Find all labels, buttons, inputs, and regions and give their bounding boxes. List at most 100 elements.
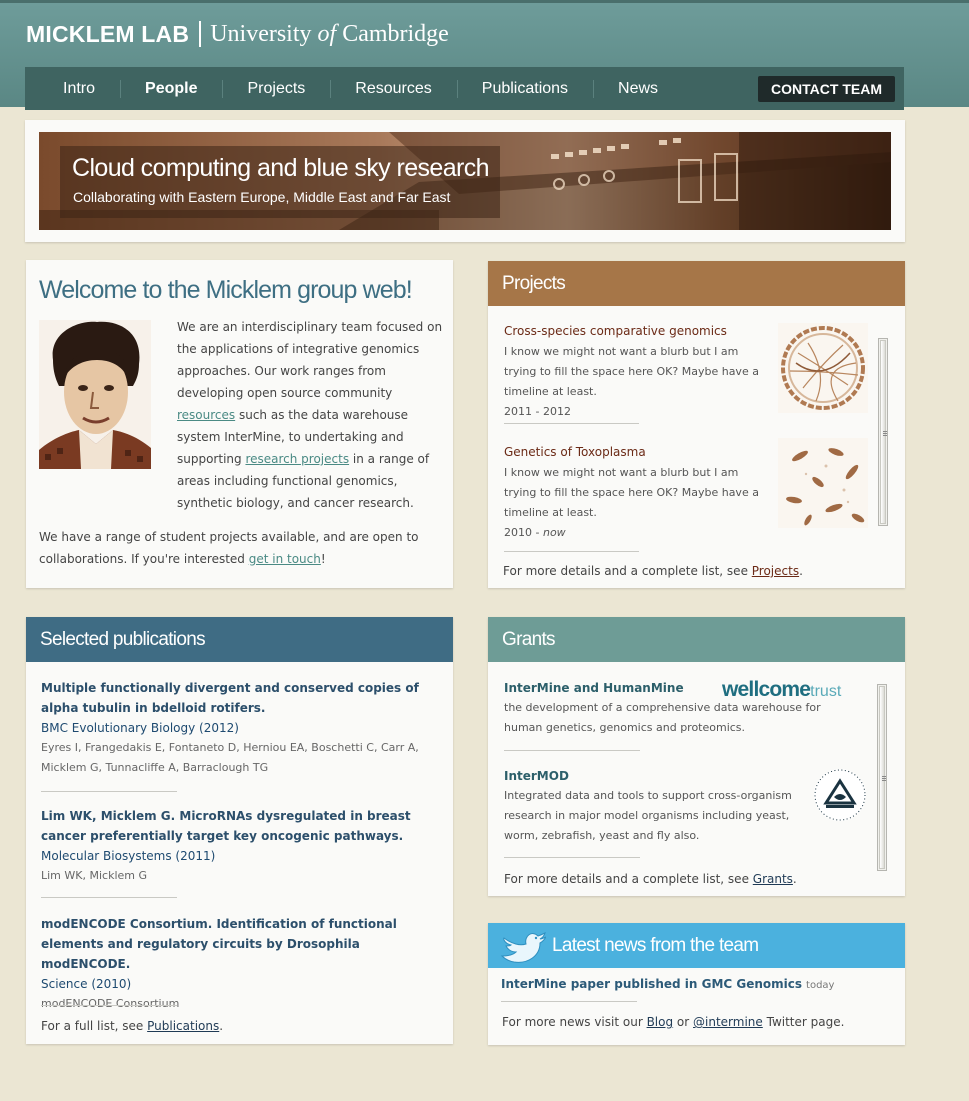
publication-divider (41, 897, 177, 898)
publication-item[interactable]: Multiple functionally divergent and cons… (41, 678, 441, 778)
scrollbar-grip (883, 431, 887, 432)
university-name-of: of (317, 20, 337, 47)
news-item[interactable]: InterMine paper published in GMC Genomic… (501, 977, 834, 991)
project-description: I know we might not want a blurb but I a… (504, 345, 759, 398)
nav-news[interactable]: News (593, 67, 683, 110)
news-heading: Latest news from the team (488, 923, 905, 968)
circos-plot-thumbnail[interactable] (778, 323, 868, 413)
intro-paragraph: We are an interdisciplinary team focused… (177, 316, 449, 514)
wellcome-logo-word: wellcome (722, 678, 811, 701)
projects-link[interactable]: Projects (752, 564, 799, 578)
grants-panel: Grants InterMine and HumanMine the devel… (488, 617, 905, 896)
project-years: 2010 - now (504, 523, 766, 543)
nav-projects[interactable]: Projects (222, 67, 330, 110)
grant-divider (504, 750, 640, 751)
site-header: MICKLEM LAB University of Cambridge Intr… (0, 0, 969, 110)
scrollbar-grip (883, 435, 887, 436)
project-years: 2011 - 2012 (504, 405, 571, 418)
nav-intro[interactable]: Intro (25, 67, 120, 110)
university-name-post: Cambridge (336, 20, 449, 47)
projects-footer: For more details and a complete list, se… (503, 564, 803, 578)
publication-divider (41, 1005, 177, 1006)
grant-item[interactable]: InterMOD Integrated data and tools to su… (504, 768, 849, 846)
scrollbar-grip (882, 778, 886, 779)
publication-authors: modENCODE Consortium (41, 997, 180, 1010)
grant-description: Integrated data and tools to support cro… (504, 789, 792, 842)
banner-title: Cloud computing and blue sky research (72, 154, 490, 182)
news-footer-end: Twitter page. (762, 1015, 845, 1029)
project-title[interactable]: Genetics of Toxoplasma (504, 444, 766, 460)
contact-team-button[interactable]: CONTACT TEAM (758, 76, 895, 102)
publication-item[interactable]: Lim WK, Micklem G. MicroRNAs dysregulate… (41, 806, 441, 886)
main-nav: Intro People Projects Resources Publicat… (25, 67, 904, 110)
site-brand[interactable]: MICKLEM LAB University of Cambridge (26, 19, 449, 49)
publication-journal: BMC Evolutionary Biology (2012) (41, 721, 239, 735)
publication-title[interactable]: Lim WK, Micklem G. MicroRNAs dysregulate… (41, 806, 441, 846)
publications-link[interactable]: Publications (147, 1019, 219, 1033)
research-projects-link[interactable]: research projects (245, 452, 349, 466)
grants-footer-end: . (792, 872, 797, 886)
projects-panel: Projects Cross-species comparative genom… (488, 261, 905, 588)
project-year-end: now (542, 526, 566, 539)
project-item[interactable]: Genetics of Toxoplasma I know we might n… (504, 444, 766, 543)
publications-footer-end: . (219, 1019, 224, 1033)
news-footer: For more news visit our Blog or @intermi… (502, 1015, 844, 1029)
projects-heading: Projects (488, 261, 905, 306)
banner-image[interactable]: Cloud computing and blue sky research Co… (39, 132, 891, 230)
news-footer-text: For more news visit our (502, 1015, 647, 1029)
twitter-link[interactable]: @intermine (693, 1015, 763, 1029)
project-divider (504, 551, 639, 552)
news-headline[interactable]: InterMine paper published in GMC Genomic… (501, 977, 802, 991)
publications-footer-text: For a full list, see (41, 1019, 148, 1033)
grant-title[interactable]: InterMOD (504, 768, 849, 784)
nav-people[interactable]: People (120, 67, 222, 110)
publication-item[interactable]: modENCODE Consortium. Identification of … (41, 914, 441, 1014)
scrollbar-grip (882, 780, 886, 781)
hero-banner: Cloud computing and blue sky research Co… (25, 120, 905, 242)
publication-title[interactable]: modENCODE Consortium. Identification of … (41, 914, 441, 974)
students-text: We have a range of student projects avai… (39, 530, 419, 566)
projects-scrollbar[interactable] (878, 338, 888, 526)
brand-divider (199, 21, 202, 47)
welcome-panel: Welcome to the Micklem group web! We are… (26, 260, 453, 588)
banner-caption: Cloud computing and blue sky research Co… (60, 146, 500, 218)
scrollbar-thumb[interactable] (880, 340, 887, 524)
grant-description: the development of a comprehensive data … (504, 701, 821, 734)
scrollbar-grip (883, 433, 887, 434)
lab-name: MICKLEM LAB (26, 20, 190, 47)
banner-subtitle: Collaborating with Eastern Europe, Middl… (73, 189, 451, 205)
publication-journal: Science (2010) (41, 977, 132, 991)
publication-authors: Eyres I, Frangedakis E, Fontaneto D, Her… (41, 741, 419, 774)
trust-logo-word: trust (810, 683, 842, 700)
publications-panel: Selected publications Multiple functiona… (26, 617, 453, 1044)
publication-journal: Molecular Biosystems (2011) (41, 849, 216, 863)
project-year-start: 2010 - (504, 526, 543, 539)
university-name-pre: University (210, 20, 318, 47)
nav-resources[interactable]: Resources (330, 67, 456, 110)
nav-publications[interactable]: Publications (456, 67, 593, 110)
news-date: today (806, 980, 835, 991)
project-divider (504, 423, 639, 424)
scrollbar-grip (882, 776, 886, 777)
students-text-end: ! (320, 552, 326, 566)
project-item[interactable]: Cross-species comparative genomics I kno… (504, 323, 766, 422)
toxoplasma-micrograph-thumbnail[interactable] (778, 438, 868, 528)
projects-footer-text: For more details and a complete list, se… (503, 564, 752, 578)
project-title[interactable]: Cross-species comparative genomics (504, 323, 766, 339)
portrait-image (39, 320, 151, 469)
grants-scrollbar[interactable] (877, 684, 887, 871)
twitter-bird-icon (500, 932, 546, 963)
get-in-touch-link[interactable]: get in touch (249, 552, 321, 566)
news-panel: Latest news from the team InterMine pape… (488, 923, 905, 1045)
news-footer-or: or (673, 1015, 694, 1029)
grants-heading: Grants (488, 617, 905, 662)
resources-link[interactable]: resources (177, 408, 235, 422)
grants-link[interactable]: Grants (753, 872, 793, 886)
publications-footer: For a full list, see Publications. (41, 1019, 223, 1033)
students-paragraph: We have a range of student projects avai… (39, 526, 439, 570)
blog-link[interactable]: Blog (647, 1015, 674, 1029)
project-description: I know we might not want a blurb but I a… (504, 466, 759, 519)
scrollbar-thumb[interactable] (879, 686, 886, 869)
news-divider (501, 1001, 637, 1002)
publication-title[interactable]: Multiple functionally divergent and cons… (41, 678, 441, 718)
